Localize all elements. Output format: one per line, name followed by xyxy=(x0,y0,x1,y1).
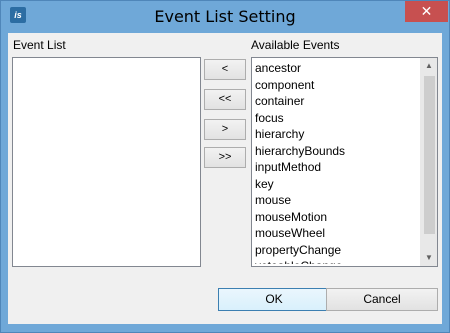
cancel-button[interactable]: Cancel xyxy=(326,288,438,311)
add-event-button[interactable]: < xyxy=(204,59,246,80)
title-bar[interactable]: is Event List Setting ✕ xyxy=(1,1,449,33)
list-item[interactable]: hierarchyBounds xyxy=(254,143,420,160)
vertical-scrollbar[interactable]: ▲ ▼ xyxy=(420,58,437,266)
close-button[interactable]: ✕ xyxy=(405,1,448,22)
remove-all-events-button[interactable]: >> xyxy=(204,147,246,168)
list-item[interactable]: inputMethod xyxy=(254,159,420,176)
list-item[interactable]: hierarchy xyxy=(254,126,420,143)
list-item[interactable]: component xyxy=(254,77,420,94)
event-list-label: Event List xyxy=(13,38,66,52)
scrollbar-thumb[interactable] xyxy=(424,76,435,234)
list-item[interactable]: propertyChange xyxy=(254,242,420,259)
chevron-down-icon[interactable]: ▼ xyxy=(421,250,437,266)
dialog-title: Event List Setting xyxy=(154,7,296,26)
list-item[interactable]: mouseMotion xyxy=(254,209,420,226)
list-item[interactable]: ancestor xyxy=(254,60,420,77)
chevron-up-icon[interactable]: ▲ xyxy=(421,58,437,74)
remove-event-button[interactable]: > xyxy=(204,119,246,140)
list-item[interactable]: container xyxy=(254,93,420,110)
ok-button[interactable]: OK xyxy=(218,288,330,311)
event-list-box[interactable] xyxy=(12,57,201,267)
dialog-window: is Event List Setting ✕ Event List < << … xyxy=(0,0,450,333)
list-item[interactable]: vetoableChange xyxy=(254,258,420,264)
available-events-list: ancestor component container focus hierarchy… xyxy=(254,60,420,264)
list-item[interactable]: focus xyxy=(254,110,420,127)
list-item[interactable]: key xyxy=(254,176,420,193)
available-events-box[interactable]: ancestor component container focus hierarchy… xyxy=(251,57,438,267)
dialog-content: Event List < << > >> Available Events an… xyxy=(8,33,442,324)
list-item[interactable]: mouse xyxy=(254,192,420,209)
available-events-label: Available Events xyxy=(251,38,340,52)
add-all-events-button[interactable]: << xyxy=(204,89,246,110)
list-item[interactable]: mouseWheel xyxy=(254,225,420,242)
